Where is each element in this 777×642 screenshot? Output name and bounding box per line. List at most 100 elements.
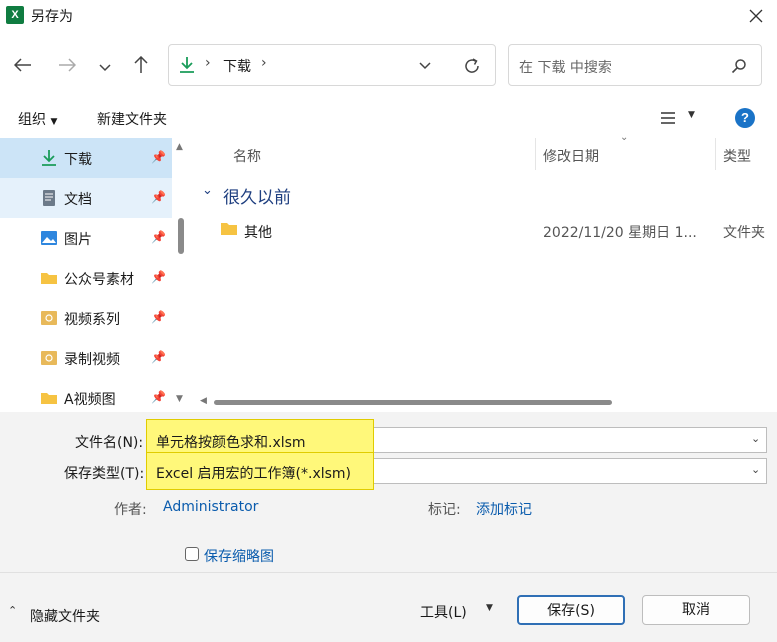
sidebar-item-label: 下载 <box>64 152 92 168</box>
column-header-type[interactable]: 类型 <box>723 146 751 166</box>
download-icon <box>180 57 194 73</box>
arrow-up-icon <box>134 55 148 73</box>
folder-icon <box>41 393 57 404</box>
add-tags-link[interactable]: 添加标记 <box>476 499 532 519</box>
column-divider[interactable] <box>715 138 716 170</box>
scrollbar-thumb[interactable] <box>214 400 612 405</box>
address-bar[interactable]: › 下载 › <box>168 44 496 86</box>
search-input[interactable]: 在 下载 中搜索 <box>508 44 762 86</box>
navigation-pane: 下载 📌 文档 📌 图片 📌 公众号素材 📌 视频系列 📌 录制视频 📌 A视频… <box>0 138 190 412</box>
group-title: 很久以前 <box>223 188 291 208</box>
chevron-down-icon <box>99 64 111 72</box>
filetype-value[interactable]: Excel 启用宏的工作簿(*.xlsm) <box>156 463 351 483</box>
tools-label: 工具(L) <box>420 605 467 621</box>
caret-down-icon: ▼ <box>50 117 58 127</box>
arrow-right-icon <box>59 58 77 72</box>
sidebar-item-a-video-images[interactable]: A视频图 📌 <box>0 378 172 412</box>
folder-icon <box>221 223 237 235</box>
sidebar-item-downloads[interactable]: 下载 📌 <box>0 138 172 178</box>
organize-button[interactable]: 组织 ▼ <box>18 109 57 129</box>
pin-icon[interactable]: 📌 <box>151 390 166 404</box>
breadcrumb-downloads[interactable]: 下载 <box>223 56 251 76</box>
document-icon <box>43 190 55 206</box>
refresh-icon[interactable] <box>463 57 481 75</box>
sidebar-scrollbar[interactable]: ▲ ▼ <box>172 138 190 412</box>
file-modified: 2022/11/20 星期日 1... <box>543 225 697 241</box>
search-icon[interactable] <box>731 58 747 74</box>
pin-icon[interactable]: 📌 <box>151 230 166 244</box>
chevron-up-icon: ⌃ <box>8 604 18 617</box>
filename-label: 文件名(N): <box>75 435 144 451</box>
caret-down-icon: ▼ <box>688 110 695 120</box>
sidebar-item-pictures[interactable]: 图片 📌 <box>0 218 172 258</box>
up-button[interactable] <box>126 49 156 81</box>
sidebar-item-video-series[interactable]: 视频系列 📌 <box>0 298 172 338</box>
tags-label: 标记: <box>428 502 461 518</box>
back-button[interactable] <box>8 49 38 81</box>
caret-down-icon: ▼ <box>486 603 493 613</box>
horizontal-scrollbar[interactable]: ◀ <box>192 396 777 410</box>
file-name: 其他 <box>244 225 272 241</box>
author-value[interactable]: Administrator <box>163 499 258 515</box>
filetype-label: 保存类型(T): <box>64 466 145 482</box>
arrow-left-icon <box>13 58 31 72</box>
view-options-button[interactable]: ▼ <box>658 108 704 128</box>
forward-button[interactable] <box>52 49 82 81</box>
sort-indicator-icon: ⌄ <box>620 132 629 143</box>
tools-button[interactable]: 工具(L) ▼ <box>420 600 502 622</box>
breadcrumb-chevron-icon[interactable]: › <box>261 55 267 71</box>
group-header[interactable]: ⌄ 很久以前 <box>202 182 352 208</box>
picture-icon <box>41 231 57 245</box>
chevron-down-icon[interactable]: ⌄ <box>751 432 760 445</box>
scrollbar-thumb[interactable] <box>178 218 184 254</box>
list-view-icon <box>661 112 675 124</box>
pin-icon[interactable]: 📌 <box>151 350 166 364</box>
video-folder-icon <box>41 351 57 365</box>
column-header-name[interactable]: 名称 <box>233 146 261 166</box>
close-icon <box>749 9 763 23</box>
sidebar-item-label: 公众号素材 <box>64 272 134 288</box>
save-thumbnail-checkbox[interactable] <box>185 547 199 561</box>
hide-folders-label: 隐藏文件夹 <box>30 609 100 625</box>
author-label: 作者: <box>114 502 147 518</box>
video-folder-icon <box>41 311 57 325</box>
pin-icon[interactable]: 📌 <box>151 190 166 204</box>
folder-icon <box>41 273 57 284</box>
file-list <box>192 138 777 412</box>
scroll-up-icon[interactable]: ▲ <box>176 142 183 152</box>
download-icon <box>42 150 56 166</box>
close-button[interactable] <box>736 0 776 32</box>
column-header-modified[interactable]: 修改日期 <box>543 146 599 166</box>
sidebar-item-label: 视频系列 <box>64 312 120 328</box>
sidebar-item-label: A视频图 <box>64 392 116 408</box>
pin-icon[interactable]: 📌 <box>151 270 166 284</box>
file-row[interactable]: 其他 2022/11/20 星期日 1... 文件夹 <box>195 217 775 243</box>
sidebar-item-documents[interactable]: 文档 📌 <box>0 178 172 218</box>
title-bar <box>0 0 777 32</box>
hide-folders-button[interactable]: ⌃ 隐藏文件夹 <box>8 604 118 626</box>
pin-icon[interactable]: 📌 <box>151 150 166 164</box>
recent-locations-button[interactable] <box>90 49 120 81</box>
column-divider[interactable] <box>535 138 536 170</box>
pin-icon[interactable]: 📌 <box>151 310 166 324</box>
help-icon[interactable]: ? <box>735 108 755 128</box>
save-thumbnail-label[interactable]: 保存缩略图 <box>204 546 274 566</box>
filename-value[interactable]: 单元格按颜色求和.xlsm <box>156 432 306 452</box>
new-folder-button[interactable]: 新建文件夹 <box>97 109 167 129</box>
save-button[interactable]: 保存(S) <box>517 595 625 625</box>
sidebar-item-label: 图片 <box>64 232 92 248</box>
search-placeholder: 在 下载 中搜索 <box>519 60 612 76</box>
file-type: 文件夹 <box>723 225 765 241</box>
address-dropdown-icon[interactable] <box>419 62 431 70</box>
breadcrumb-separator-icon: › <box>205 55 211 71</box>
scroll-left-icon[interactable]: ◀ <box>200 396 207 406</box>
chevron-down-icon: ⌄ <box>202 183 213 198</box>
scroll-down-icon[interactable]: ▼ <box>176 394 183 404</box>
sidebar-item-label: 录制视频 <box>64 352 120 368</box>
sidebar-item-label: 文档 <box>64 192 92 208</box>
cancel-button[interactable]: 取消 <box>642 595 750 625</box>
chevron-down-icon[interactable]: ⌄ <box>751 463 760 476</box>
window-title: 另存为 <box>31 9 73 25</box>
sidebar-item-recorded-video[interactable]: 录制视频 📌 <box>0 338 172 378</box>
sidebar-item-gongzhonghao[interactable]: 公众号素材 📌 <box>0 258 172 298</box>
